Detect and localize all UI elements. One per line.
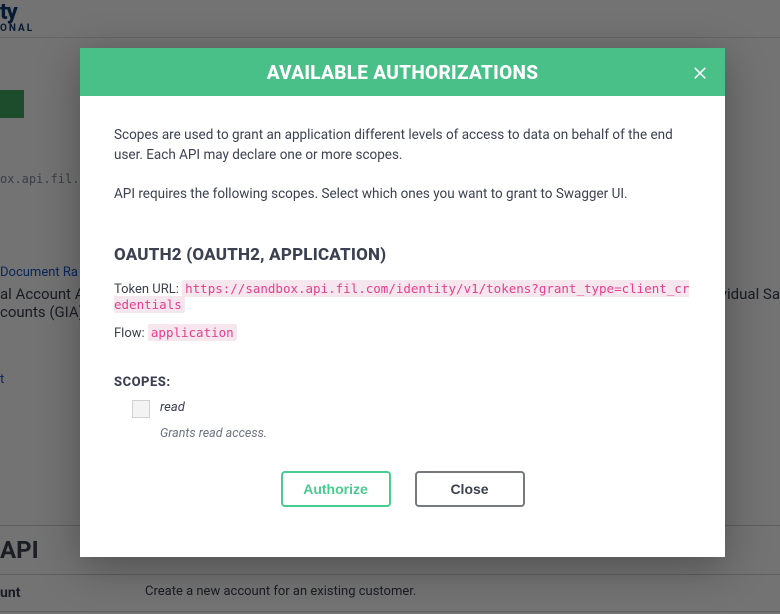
authorize-button[interactable]: Authorize	[281, 471, 391, 507]
oauth-section-title: OAUTH2 (OAUTH2, APPLICATION)	[114, 245, 691, 265]
scope-item-read: read	[132, 400, 691, 418]
token-url-row: Token URL: https://sandbox.api.fil.com/i…	[114, 281, 691, 313]
modal-actions: Authorize Close	[114, 471, 691, 531]
close-icon[interactable]	[691, 63, 709, 81]
flow-value: application	[148, 324, 237, 341]
intro-paragraph-2: API requires the following scopes. Selec…	[114, 185, 691, 205]
modal-header: AVAILABLE AUTHORIZATIONS	[80, 48, 725, 96]
intro-text: Scopes are used to grant an application …	[114, 126, 691, 205]
modal-title: AVAILABLE AUTHORIZATIONS	[267, 61, 539, 84]
scopes-heading: SCOPES:	[114, 375, 691, 390]
modal-body: Scopes are used to grant an application …	[80, 96, 725, 557]
authorizations-modal: AVAILABLE AUTHORIZATIONS Scopes are used…	[80, 48, 725, 557]
scope-read-checkbox[interactable]	[132, 400, 150, 418]
flow-label: Flow:	[114, 326, 148, 341]
scope-read-label[interactable]: read	[160, 400, 185, 415]
close-button[interactable]: Close	[415, 471, 525, 507]
scope-read-description: Grants read access.	[160, 426, 691, 441]
flow-row: Flow: application	[114, 325, 691, 341]
intro-paragraph-1: Scopes are used to grant an application …	[114, 126, 691, 165]
token-url-label: Token URL:	[114, 282, 182, 297]
token-url-value: https://sandbox.api.fil.com/identity/v1/…	[114, 280, 689, 313]
